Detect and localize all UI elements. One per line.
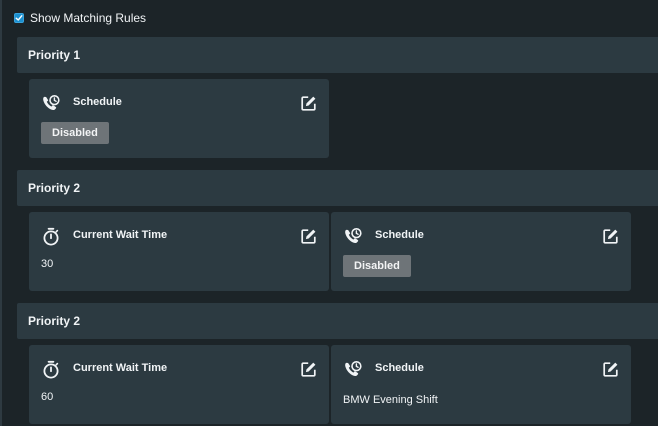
status-badge: Disabled (343, 255, 411, 277)
edit-icon (300, 95, 316, 111)
phone-clock-icon (41, 94, 61, 114)
rule-card-current-wait-time: Current Wait Time 30 (29, 212, 329, 291)
show-matching-rules-checkbox[interactable] (14, 13, 24, 23)
show-matching-rules-toggle[interactable]: Show Matching Rules (14, 9, 146, 27)
matching-rules-panel: Show Matching Rules Priority 1 Schedule … (0, 0, 658, 426)
priority-title: Priority 1 (28, 48, 81, 62)
rule-card-title: Schedule (375, 229, 424, 241)
edit-icon (300, 361, 316, 377)
edit-button[interactable] (299, 94, 317, 112)
edit-icon (602, 361, 618, 377)
stopwatch-icon (41, 360, 61, 380)
rule-card-title: Current Wait Time (73, 362, 168, 374)
edit-icon (602, 228, 618, 244)
rule-card-title: Current Wait Time (73, 229, 168, 241)
rule-card-schedule: Schedule Disabled (331, 212, 631, 291)
edit-icon (300, 228, 316, 244)
edit-button[interactable] (601, 360, 619, 378)
rule-card-schedule: Schedule BMW Evening Shift (331, 345, 631, 424)
rule-card-schedule: Schedule Disabled (29, 79, 329, 158)
phone-clock-icon (343, 360, 363, 380)
priority-group-header: Priority 2 (17, 170, 658, 206)
rule-card-value: 60 (41, 391, 54, 403)
priority-group-header: Priority 1 (17, 37, 658, 73)
show-matching-rules-label: Show Matching Rules (30, 11, 147, 25)
status-badge: Disabled (41, 122, 109, 144)
edit-button[interactable] (299, 227, 317, 245)
rule-card-title: Schedule (73, 96, 122, 108)
rule-card-title: Schedule (375, 362, 424, 374)
phone-clock-icon (343, 227, 363, 247)
priority-title: Priority 2 (28, 314, 81, 328)
rule-card-value: BMW Evening Shift (343, 394, 438, 406)
stopwatch-icon (41, 227, 61, 247)
checkmark-icon (15, 15, 23, 21)
edit-button[interactable] (601, 227, 619, 245)
edit-button[interactable] (299, 360, 317, 378)
rule-card-value: 30 (41, 258, 54, 270)
priority-group-header: Priority 2 (17, 303, 658, 339)
rule-card-current-wait-time: Current Wait Time 60 (29, 345, 329, 424)
priority-title: Priority 2 (28, 181, 81, 195)
